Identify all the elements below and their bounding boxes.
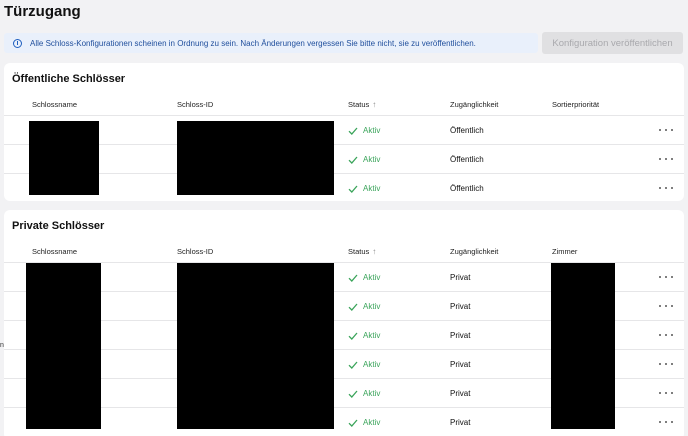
public-locks-card: Öffentliche Schlösser Schlossname Schlos… <box>4 63 684 201</box>
check-icon <box>348 303 358 311</box>
check-icon <box>348 361 358 369</box>
status-cell: Aktiv <box>348 263 380 292</box>
redacted-lock-ids <box>177 263 334 429</box>
publish-configuration-button[interactable]: Konfiguration veröffentlichen <box>542 32 683 54</box>
more-options-icon[interactable] <box>659 125 673 135</box>
column-header-status-label: Status <box>348 247 370 256</box>
column-header-accessibility[interactable]: Zugänglichkeit <box>450 247 498 256</box>
status-cell: Aktiv <box>348 321 380 350</box>
private-locks-card: Private Schlösser Schlossname Schloss-ID… <box>4 210 684 436</box>
info-icon <box>13 38 22 48</box>
more-options-icon[interactable] <box>659 417 673 427</box>
status-text: Aktiv <box>363 331 381 340</box>
column-header-lock-id[interactable]: Schloss-ID <box>177 247 213 256</box>
status-text: Aktiv <box>363 389 381 398</box>
column-header-lock-name[interactable]: Schlossname <box>32 100 77 109</box>
column-header-status-label: Status <box>348 100 370 109</box>
stray-text: n <box>0 342 4 349</box>
column-header-sort-priority[interactable]: Sortierpriorität <box>552 100 599 109</box>
column-header-status[interactable]: Status ↑ <box>348 247 376 256</box>
more-options-icon[interactable] <box>659 388 673 398</box>
check-icon <box>348 274 358 282</box>
more-options-icon[interactable] <box>659 330 673 340</box>
column-header-room[interactable]: Zimmer <box>552 247 577 256</box>
accessibility-cell: Privat <box>450 389 471 398</box>
accessibility-cell: Privat <box>450 360 471 369</box>
accessibility-cell: Öffentlich <box>450 184 484 193</box>
more-options-icon[interactable] <box>659 272 673 282</box>
arrow-up-icon: ↑ <box>372 247 377 256</box>
private-locks-title: Private Schlösser <box>12 220 105 232</box>
accessibility-cell: Öffentlich <box>450 126 484 135</box>
status-text: Aktiv <box>363 360 381 369</box>
table-row[interactable]: Aktiv Öffentlich <box>4 115 684 144</box>
status-text: Aktiv <box>363 155 381 164</box>
table-row[interactable]: Aktiv Öffentlich <box>4 173 684 202</box>
more-options-icon[interactable] <box>659 301 673 311</box>
status-text: Aktiv <box>363 302 381 311</box>
accessibility-cell: Öffentlich <box>450 155 484 164</box>
accessibility-cell: Privat <box>450 273 471 282</box>
accessibility-cell: Privat <box>450 331 471 340</box>
status-text: Aktiv <box>363 184 381 193</box>
accessibility-cell: Privat <box>450 302 471 311</box>
column-header-lock-id[interactable]: Schloss-ID <box>177 100 213 109</box>
accessibility-cell: Privat <box>450 418 471 427</box>
column-header-status[interactable]: Status ↑ <box>348 100 376 109</box>
column-header-lock-name[interactable]: Schlossname <box>32 247 77 256</box>
check-icon <box>348 156 358 164</box>
check-icon <box>348 185 358 193</box>
status-text: Aktiv <box>363 418 381 427</box>
status-cell: Aktiv <box>348 292 380 321</box>
more-options-icon[interactable] <box>659 154 673 164</box>
status-cell: Aktiv <box>348 116 380 145</box>
page-title: Türzugang <box>4 3 81 20</box>
status-text: Aktiv <box>363 273 381 282</box>
check-icon <box>348 419 358 427</box>
redacted-lock-ids <box>177 121 334 195</box>
arrow-up-icon: ↑ <box>372 100 377 109</box>
column-header-accessibility[interactable]: Zugänglichkeit <box>450 100 498 109</box>
check-icon <box>348 390 358 398</box>
table-row[interactable]: Aktiv Öffentlich <box>4 144 684 173</box>
status-cell: Aktiv <box>348 350 380 379</box>
status-cell: Aktiv <box>348 379 380 408</box>
check-icon <box>348 332 358 340</box>
status-cell: Aktiv <box>348 174 380 203</box>
info-banner: Alle Schloss-Konfigurationen scheinen in… <box>4 33 538 53</box>
redacted-rooms <box>551 263 615 429</box>
more-options-icon[interactable] <box>659 183 673 193</box>
status-cell: Aktiv <box>348 145 380 174</box>
redacted-lock-names <box>26 263 101 429</box>
info-banner-text: Alle Schloss-Konfigurationen scheinen in… <box>30 38 476 48</box>
redacted-lock-names <box>29 121 99 195</box>
more-options-icon[interactable] <box>659 359 673 369</box>
public-locks-title: Öffentliche Schlösser <box>12 73 126 85</box>
status-text: Aktiv <box>363 126 381 135</box>
check-icon <box>348 127 358 135</box>
status-cell: Aktiv <box>348 408 380 436</box>
